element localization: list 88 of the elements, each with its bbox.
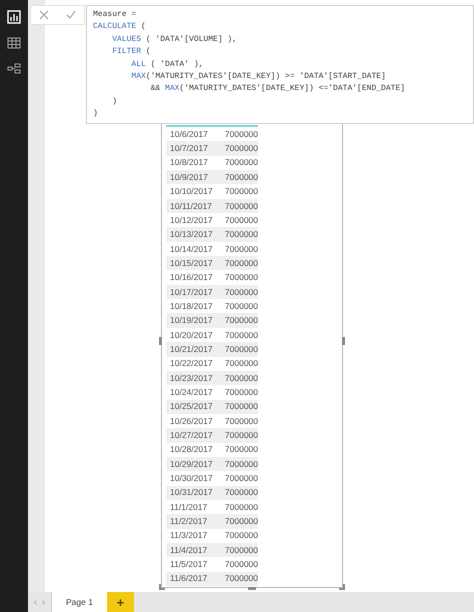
table-cell-text: 7000000 (224, 386, 258, 399)
table-cell-text: 10/10/2017 (169, 185, 214, 198)
table-cell-text: 7000000 (224, 256, 258, 270)
table-cell-text: 7000000 (224, 400, 258, 414)
page-tab[interactable]: Page 1 (52, 592, 107, 612)
code-line: CALCULATE ( (93, 21, 146, 34)
table-cell-text: 10/31/2017 (169, 486, 214, 500)
code-line: FILTER ( (111, 46, 151, 58)
table-cell-text: 7000000 (224, 271, 258, 284)
table-cell-text: 7000000 (224, 170, 258, 184)
table-cell-text: 10/19/2017 (169, 314, 214, 328)
table-cell-text: 11/1/2017 (169, 500, 208, 514)
resize-handle[interactable] (248, 587, 256, 590)
table-cell-text: 7000000 (224, 286, 258, 298)
table-cell-text: 7000000 (224, 486, 258, 500)
table-cell-text: 11/3/2017 (169, 529, 208, 542)
table-cell-text: 7000000 (224, 429, 258, 442)
table-cell-text: 7000000 (224, 472, 258, 485)
add-page-button[interactable]: + (106, 592, 134, 612)
table-cell-text: 7000000 (224, 515, 258, 528)
table-cell-text: 10/15/2017 (169, 256, 214, 270)
table-cell-text: 7000000 (224, 214, 258, 227)
table-cell-text: 7000000 (224, 314, 258, 328)
table-cell-text: 10/9/2017 (169, 170, 209, 184)
table-cell-text: 7000000 (224, 414, 258, 428)
table-cell-text: 7000000 (224, 142, 258, 155)
table-cell-text: 7000000 (224, 228, 258, 241)
table-cell-text: 11/6/2017 (169, 572, 208, 586)
table-cell-text: 10/25/2017 (169, 400, 214, 414)
table-cell-text: 7000000 (224, 443, 258, 456)
cancel-icon[interactable] (39, 10, 50, 20)
table-cell-text: 7000000 (224, 372, 258, 384)
table-cell-text: 7000000 (224, 357, 258, 370)
table-cell-text: 10/30/2017 (169, 472, 214, 485)
code-line: ) (93, 108, 98, 120)
table-cell-text: 7000000 (224, 500, 258, 514)
table-cell-text: 10/18/2017 (169, 300, 214, 313)
table-cell-text: 7000000 (224, 128, 258, 141)
resize-handle[interactable] (159, 337, 162, 345)
resize-handle[interactable] (159, 584, 165, 590)
table-cell-text: 10/14/2017 (169, 242, 214, 256)
table-cell-text: 10/11/2017 (169, 200, 213, 212)
bar-chart-icon[interactable] (7, 10, 21, 24)
table-cell-text: 10/29/2017 (169, 458, 214, 470)
table-cell-text: 7000000 (224, 458, 258, 470)
table-cell-text: 10/23/2017 (169, 372, 214, 384)
table-cell-text: 10/13/2017 (169, 228, 214, 241)
table-cell-text: 10/12/2017 (169, 214, 214, 227)
table-cell-text: 7000000 (224, 328, 258, 342)
table-cell-text: 10/22/2017 (169, 357, 214, 370)
table-cell-text: 10/8/2017 (169, 156, 209, 170)
code-line: && MAX('MATURITY_DATES'[DATE_KEY]) <='DATA'[END_DATE] (150, 83, 406, 96)
table-cell-text: 10/17/2017 (169, 286, 214, 298)
diagram-icon[interactable] (7, 62, 21, 76)
table-cell-text: 10/24/2017 (169, 386, 214, 399)
table-cell-text: 10/7/2017 (169, 142, 209, 155)
code-line: MAX('MATURITY_DATES'[DATE_KEY]) >= 'DATA'[START_DATE] (130, 71, 386, 84)
table-cell-text: 10/16/2017 (169, 271, 214, 284)
table-cell-text: 7000000 (224, 156, 258, 170)
table-cell-text: 7000000 (224, 185, 258, 198)
table-cell-text: 11/2/2017 (169, 515, 208, 528)
table-cell-text: 10/28/2017 (169, 443, 214, 456)
code-line: VALUES ( 'DATA'[VOLUME] ), (111, 34, 238, 46)
table-cell-text: 7000000 (224, 342, 258, 356)
resize-handle[interactable] (342, 337, 345, 345)
table-cell-text: 10/27/2017 (169, 429, 214, 442)
table-cell-text: 11/5/2017 (169, 558, 208, 571)
table-cell-text: 10/21/2017 (169, 342, 214, 356)
table-cell-text: 7000000 (224, 242, 258, 256)
table-cell-text: 7000000 (224, 200, 258, 212)
code-line: Measure = (93, 9, 136, 21)
table-cell-text: 10/20/2017 (169, 328, 214, 342)
scroll-left-icon[interactable] (34, 600, 37, 604)
table-grid-icon[interactable] (7, 36, 21, 50)
table-cell-text: 7000000 (224, 300, 258, 313)
table-cell-text: 7000000 (224, 572, 258, 586)
resize-handle[interactable] (339, 584, 345, 590)
table-cell-text: 7000000 (224, 529, 258, 542)
code-line: ALL ( 'DATA' ), (130, 58, 204, 71)
code-line: ) (111, 96, 118, 108)
scroll-right-icon[interactable] (42, 600, 45, 604)
table-cell-text: 7000000 (224, 558, 258, 571)
formula-editor[interactable]: Measure = CALCULATE ( VALUES ( 'DATA'[VOLUME] ), FILTER ( ALL ( 'DATA' ), MAX('MATURITY_DATES'[DATE_KEY]) >= 'DATA'[START_DATE] && MAX('MATURITY_DATES'[DATE_KEY]) <='DATA'[END_DATE] ) ) (86, 5, 474, 124)
table-cell-text: 7000000 (224, 544, 258, 557)
table-cell-text: 11/4/2017 (169, 544, 208, 557)
check-icon[interactable] (66, 10, 76, 20)
table-cell-text: 10/26/2017 (169, 414, 214, 428)
table-cell-text: 10/6/2017 (169, 128, 209, 141)
